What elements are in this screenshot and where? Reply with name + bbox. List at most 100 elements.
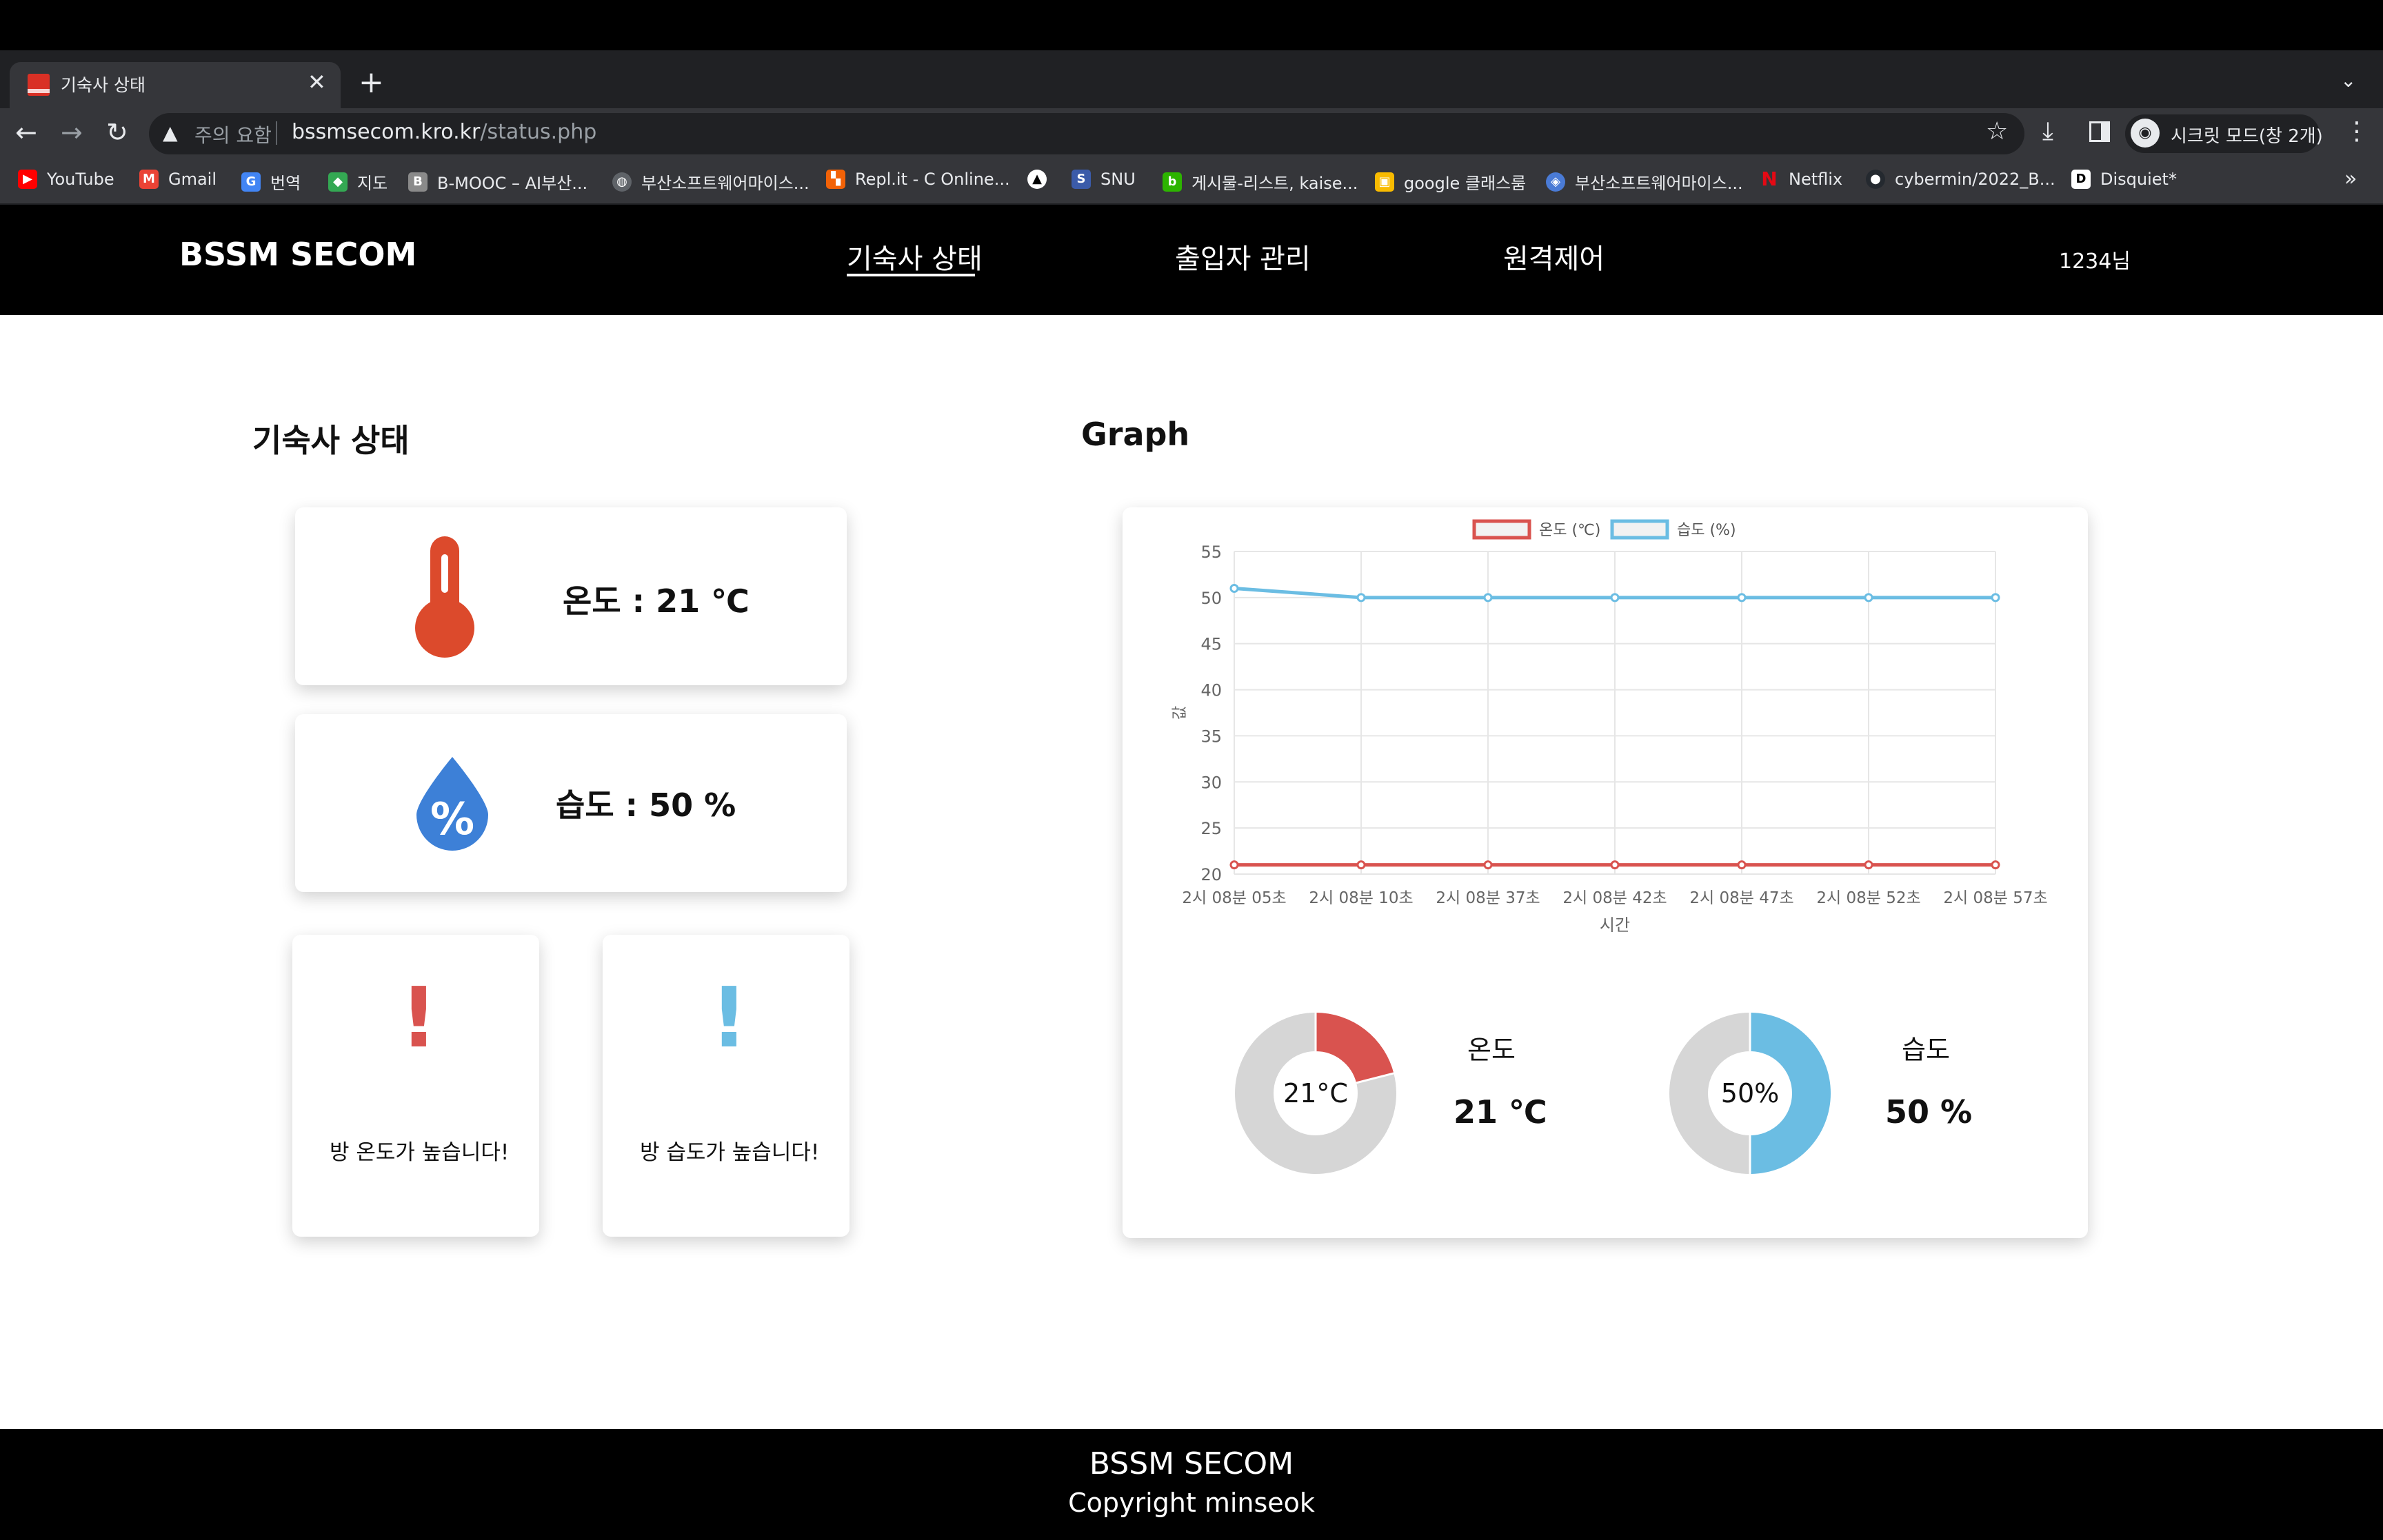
humidity-alert-text: 방 습도가 높습니다! xyxy=(640,1140,820,1165)
snu-icon: S xyxy=(1072,170,1091,189)
bookmark-label: Repl.it - C Online... xyxy=(855,170,1010,189)
bookmark-label: Disquiet* xyxy=(2100,170,2177,189)
more-bookmarks-icon[interactable]: » xyxy=(2344,167,2357,191)
data-point xyxy=(1864,860,1873,870)
y-tick-label: 25 xyxy=(1200,819,1222,838)
y-tick-label: 45 xyxy=(1200,635,1222,654)
bookmark-label: 번역 xyxy=(270,174,301,193)
download-icon[interactable]: ⤓ xyxy=(2042,117,2053,146)
bookmark-classroom[interactable]: ▣ google 클래스룸 xyxy=(1375,170,1526,194)
data-point xyxy=(1737,860,1747,870)
x-tick-label: 2시 08분 37초 xyxy=(1436,889,1540,907)
forward-arrow-icon[interactable]: → xyxy=(61,117,83,148)
bookmark-star-icon[interactable]: ☆ xyxy=(1986,117,2008,145)
line-chart: 20 25 30 35 40 45 50 55 2시 08분 05초 2시 08분 10초 2시 0… xyxy=(1172,519,2048,935)
browser-menu-icon[interactable]: ⋮ xyxy=(2344,117,2369,145)
bookmark-label: cybermin/2022_B... xyxy=(1895,170,2055,189)
bookmark-netflix[interactable]: N Netflix xyxy=(1760,168,1843,190)
bookmark-snu[interactable]: S SNU xyxy=(1072,170,1136,189)
reload-icon[interactable]: ↻ xyxy=(106,117,128,148)
data-point xyxy=(1229,583,1239,593)
bookmark-bmooc[interactable]: B B-MOOC – AI부산... xyxy=(408,170,587,194)
site-logo[interactable]: BSSM SECOM xyxy=(179,236,416,273)
browser-tab-active[interactable] xyxy=(10,62,341,108)
footer-copyright: Copyright minseok xyxy=(1068,1488,1315,1518)
humidity-donut-value: 50 % xyxy=(1885,1093,1973,1131)
back-arrow-icon[interactable]: ← xyxy=(15,117,37,148)
close-tab-icon[interactable]: ✕ xyxy=(308,69,326,95)
bookmark-label: 지도 xyxy=(357,174,388,193)
bookmark-label: Gmail xyxy=(168,170,217,189)
bookmark-label: B-MOOC – AI부산... xyxy=(437,174,588,193)
incognito-label: 시크릿 모드(창 2개) xyxy=(2171,126,2323,147)
bookmark-label: Netflix xyxy=(1789,170,1843,189)
blog-icon: b xyxy=(1163,172,1182,192)
humidity-drop-icon: % xyxy=(416,757,488,851)
bookmark-blog[interactable]: b 게시물-리스트, kaise... xyxy=(1163,170,1358,194)
nav-dorm-status[interactable]: 기숙사 상태 xyxy=(847,236,983,276)
bookmark-label: google 클래스룸 xyxy=(1404,174,1527,193)
bookmark-bssm-1[interactable]: ◍ 부산소프트웨어마이스... xyxy=(612,170,810,194)
legend-swatch xyxy=(1472,519,1531,540)
graph-card: 20 25 30 35 40 45 50 55 2시 08분 05초 2시 08분 10초 2시 0… xyxy=(1123,507,2088,1238)
data-point xyxy=(1483,593,1493,602)
security-warning-label[interactable]: 주의 요함 xyxy=(194,121,272,148)
new-tab-icon[interactable]: + xyxy=(359,65,384,100)
incognito-icon: ◉ xyxy=(2131,119,2160,148)
user-name[interactable]: 1234님 xyxy=(2059,244,2131,274)
bookmark-triangle[interactable]: ▲ xyxy=(1027,170,1056,189)
bookmark-bssm-2[interactable]: ◈ 부산소프트웨어마이스... xyxy=(1546,170,1743,194)
bookmark-disquiet[interactable]: D Disquiet* xyxy=(2071,170,2177,189)
humidity-donut-center: 50% xyxy=(1721,1078,1779,1108)
school-icon: ◈ xyxy=(1546,172,1565,192)
bookmark-maps[interactable]: ◆ 지도 xyxy=(328,170,388,194)
temperature-alert-card: ! 방 온도가 높습니다! xyxy=(292,935,539,1237)
bookmark-gmail[interactable]: M Gmail xyxy=(139,170,217,189)
data-point xyxy=(1610,860,1620,870)
temperature-card: 온도 : 21 ℃ xyxy=(295,507,847,685)
alert-exclamation-icon: ! xyxy=(400,971,438,1066)
thermometer-icon xyxy=(415,536,474,658)
disquiet-icon: D xyxy=(2071,170,2091,189)
warning-triangle-icon[interactable]: ▲ xyxy=(163,121,178,144)
side-panel-icon[interactable] xyxy=(2089,121,2110,142)
x-axis-title: 시간 xyxy=(1600,915,1630,935)
bookmark-github[interactable]: ● cybermin/2022_B... xyxy=(1866,170,2055,189)
temperature-donut-value: 21 ℃ xyxy=(1454,1093,1547,1131)
legend-label: 온도 (℃) xyxy=(1539,522,1600,539)
secom-favicon-icon xyxy=(28,74,50,96)
x-tick-label: 2시 08분 05초 xyxy=(1182,889,1286,907)
humidity-alert-card: ! 방 습도가 높습니다! xyxy=(603,935,849,1237)
nav-visitor-management[interactable]: 출입자 관리 xyxy=(1175,236,1311,276)
alert-exclamation-icon: ! xyxy=(710,971,748,1066)
legend-swatch xyxy=(1610,519,1669,540)
x-tick-label: 2시 08분 10초 xyxy=(1309,889,1413,907)
humidity-value: 습도 : 50 % xyxy=(556,787,736,824)
url-host: bssmsecom.kro.kr xyxy=(292,120,481,144)
replit-icon: ▚ xyxy=(826,170,845,189)
y-tick-label: 40 xyxy=(1200,681,1222,700)
bookmark-replit[interactable]: ▚ Repl.it - C Online... xyxy=(826,170,1010,189)
bookmark-translate[interactable]: G 번역 xyxy=(241,170,301,194)
globe-icon: ◍ xyxy=(612,172,632,192)
classroom-icon: ▣ xyxy=(1375,172,1394,192)
netflix-icon: N xyxy=(1761,168,1778,190)
bookmark-label: SNU xyxy=(1100,170,1136,189)
humidity-drop-symbol: % xyxy=(430,794,474,845)
humidity-donut-label: 습도 xyxy=(1902,1035,1950,1065)
temperature-donut-center: 21°C xyxy=(1283,1078,1348,1108)
data-point xyxy=(1610,593,1620,602)
nav-remote-control[interactable]: 원격제어 xyxy=(1503,236,1605,276)
url-text[interactable]: bssmsecom.kro.kr/status.php xyxy=(292,120,596,144)
bookmark-label: 부산소프트웨어마이스... xyxy=(1575,174,1743,193)
y-tick-label: 55 xyxy=(1200,543,1222,562)
x-tick-label: 2시 08분 42초 xyxy=(1562,889,1667,907)
data-point xyxy=(1229,860,1239,870)
translate-icon: G xyxy=(241,172,261,192)
tab-search-chevron-icon[interactable]: ⌄ xyxy=(2340,69,2356,92)
bookmark-label: 게시물-리스트, kaise... xyxy=(1192,174,1358,193)
bookmark-youtube[interactable]: ▶ YouTube xyxy=(18,170,114,189)
data-point xyxy=(1356,593,1366,602)
browser-tab-strip xyxy=(0,50,2383,108)
data-point xyxy=(1864,593,1873,602)
